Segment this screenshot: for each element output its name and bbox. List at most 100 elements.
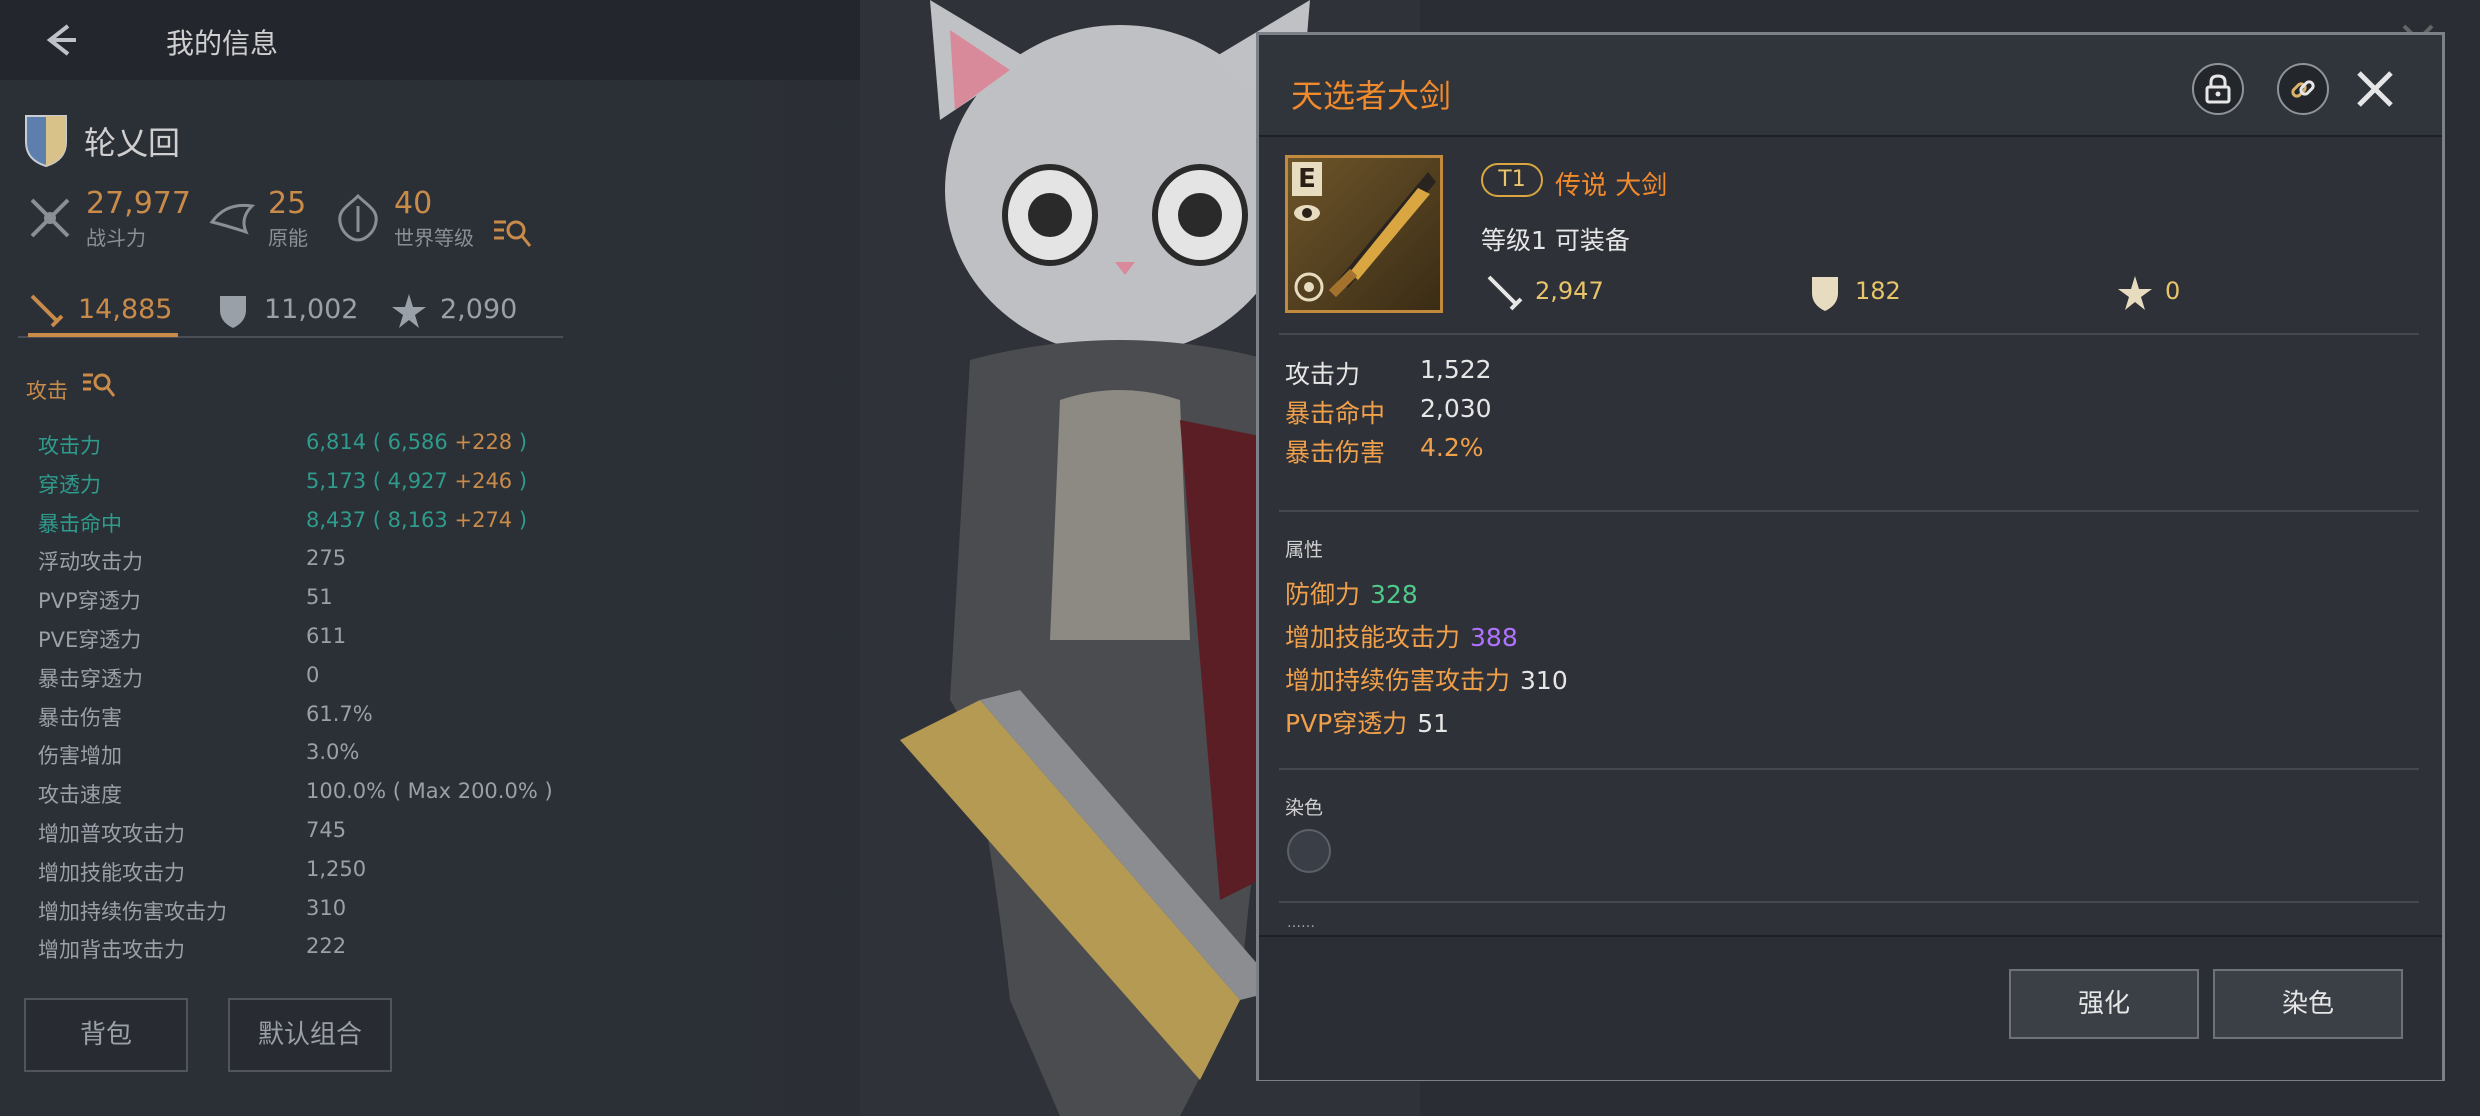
page-title: 我的信息 <box>166 27 279 60</box>
attributes-label: 属性 <box>1285 539 1324 561</box>
main-stat-label: 攻击力 <box>1285 360 1361 389</box>
stat-label: 穿透力 <box>38 472 101 497</box>
tab-defense[interactable]: 11,002 <box>214 290 364 334</box>
link-button[interactable] <box>2277 63 2329 115</box>
stat-row: 暴击伤害 61.7% <box>38 702 598 741</box>
stat-row: PVP穿透力 51 <box>38 585 598 624</box>
item-attributes: 防御力 328 增加技能攻击力 388 增加持续伤害攻击力 310 PVP穿透力 51 <box>1285 575 1568 747</box>
stat-row: 增加背击攻击力 222 <box>38 934 598 973</box>
stat-row: 增加持续伤害攻击力 310 <box>38 896 598 935</box>
stat-label: 增加持续伤害攻击力 <box>38 899 227 924</box>
world-level-icon <box>338 193 378 242</box>
item-level: 等级1 可装备 <box>1481 226 1630 255</box>
stat-value: 1,250 <box>306 856 367 881</box>
more-content-hint: …… <box>1287 915 1315 931</box>
tier-badge: T1 <box>1481 163 1543 197</box>
tab-defense-value: 11,002 <box>264 294 359 325</box>
tab-attack[interactable]: 14,885 <box>28 290 178 337</box>
combat-power-label: 战斗力 <box>86 226 146 250</box>
stat-row: 伤害增加 3.0% <box>38 740 598 779</box>
stat-label: 暴击伤害 <box>38 705 122 730</box>
stat-label: 浮动攻击力 <box>38 550 143 575</box>
origin-energy-label: 原能 <box>268 226 308 250</box>
stat-value: 222 <box>306 934 347 959</box>
stat-value: 8,437 ( 8,163 +274 ) <box>306 507 528 532</box>
header-bar <box>0 0 900 80</box>
back-arrow-icon[interactable] <box>38 18 82 62</box>
item-detail-popup: 天选者大剑 E T1 传说 大剑 等级1 可装备 2,947 182 0 攻击力… <box>1256 32 2445 1081</box>
character-name: 轮乂回 <box>84 124 181 162</box>
sigil-icon <box>1294 272 1324 302</box>
origin-energy-value: 25 <box>268 186 307 221</box>
stat-tabs: 14,885 11,002 2,090 <box>18 290 563 338</box>
stat-value: 6,814 ( 6,586 +228 ) <box>306 430 528 454</box>
link-icon <box>2291 80 2315 98</box>
guild-crest-icon <box>25 115 67 168</box>
attribute-row: 防御力 328 <box>1285 580 1418 609</box>
shield-icon <box>220 296 246 328</box>
stat-label: PVP穿透力 <box>38 589 141 614</box>
enhance-button[interactable]: 强化 <box>2009 969 2199 1039</box>
divider <box>1279 768 2419 770</box>
character-info-panel: 我的信息 轮乂回 27,977 战斗力 25 原能 40 世界等级 14,885… <box>0 0 900 1116</box>
item-name: 天选者大剑 <box>1291 77 1452 115</box>
stat-label: 增加技能攻击力 <box>38 860 185 885</box>
stat-label: 增加普攻攻击力 <box>38 821 185 846</box>
attack-stat-list: 攻击力 6,814 ( 6,586 +228 ) 穿透力 5,173 ( 4,9… <box>38 430 598 973</box>
item-attack-value: 2,947 <box>1535 277 1604 305</box>
world-level-search-icon[interactable] <box>492 216 532 250</box>
divider <box>1279 333 2419 335</box>
stat-label: PVE穿透力 <box>38 627 142 652</box>
stat-value: 275 <box>306 546 347 571</box>
stat-row: PVE穿透力 611 <box>38 624 598 663</box>
star-burst-icon <box>2118 276 2152 310</box>
stat-label: 暴击穿透力 <box>38 666 143 691</box>
main-stat-value: 4.2% <box>1420 433 1484 462</box>
main-stat-value: 2,030 <box>1420 394 1492 423</box>
main-stat-label: 暴击伤害 <box>1285 438 1386 467</box>
world-level-label: 世界等级 <box>394 226 474 250</box>
stat-row: 浮动攻击力 275 <box>38 546 598 585</box>
tab-special[interactable]: 2,090 <box>390 290 560 334</box>
dye-label: 染色 <box>1285 797 1324 819</box>
greatsword-icon <box>1328 172 1436 298</box>
stat-row: 攻击力 6,814 ( 6,586 +228 ) <box>38 430 598 469</box>
stat-row: 穿透力 5,173 ( 4,927 +246 ) <box>38 469 598 508</box>
item-icon: E <box>1285 155 1443 313</box>
tab-attack-value: 14,885 <box>78 294 173 325</box>
stat-label: 伤害增加 <box>38 744 122 769</box>
stat-value: 745 <box>306 817 347 842</box>
dye-swatch[interactable] <box>1287 829 1331 873</box>
attribute-row: 增加持续伤害攻击力 310 <box>1285 666 1568 695</box>
attack-search-icon[interactable] <box>82 370 116 400</box>
item-rarity: 传说 大剑 <box>1555 171 1668 201</box>
stat-row: 暴击命中 8,437 ( 8,163 +274 ) <box>38 508 598 547</box>
shield-icon <box>1812 277 1838 311</box>
default-combo-button[interactable]: 默认组合 <box>228 998 392 1072</box>
world-level-value: 40 <box>394 186 433 221</box>
main-stat-value: 1,522 <box>1420 355 1492 384</box>
stat-label: 攻击力 <box>38 434 101 458</box>
item-popup-header: 天选者大剑 <box>1259 35 2442 137</box>
stat-row: 增加普攻攻击力 745 <box>38 818 598 857</box>
stat-value: 611 <box>306 623 347 648</box>
stat-row: 攻击速度 100.0% ( Max 200.0% ) <box>38 779 598 818</box>
combat-power-value: 27,977 <box>86 186 191 221</box>
divider <box>1279 901 2419 903</box>
sword-icon <box>1487 275 1523 311</box>
item-special-value: 0 <box>2165 277 2181 305</box>
star-burst-icon <box>392 294 426 328</box>
combat-power-icon <box>30 198 70 238</box>
bag-button[interactable]: 背包 <box>24 998 188 1072</box>
stat-label: 增加背击攻击力 <box>38 938 185 963</box>
dye-button[interactable]: 染色 <box>2213 969 2403 1039</box>
sword-icon <box>30 294 64 328</box>
stat-value: 5,173 ( 4,927 +246 ) <box>306 468 528 493</box>
divider <box>1279 510 2419 512</box>
item-popup-footer: 强化 染色 <box>1259 935 2442 1080</box>
attribute-row: PVP穿透力 51 <box>1285 709 1450 738</box>
section-label-attack: 攻击 <box>26 379 68 403</box>
tab-special-value: 2,090 <box>440 294 518 325</box>
lock-button[interactable] <box>2192 63 2244 115</box>
close-icon[interactable] <box>2351 65 2399 113</box>
